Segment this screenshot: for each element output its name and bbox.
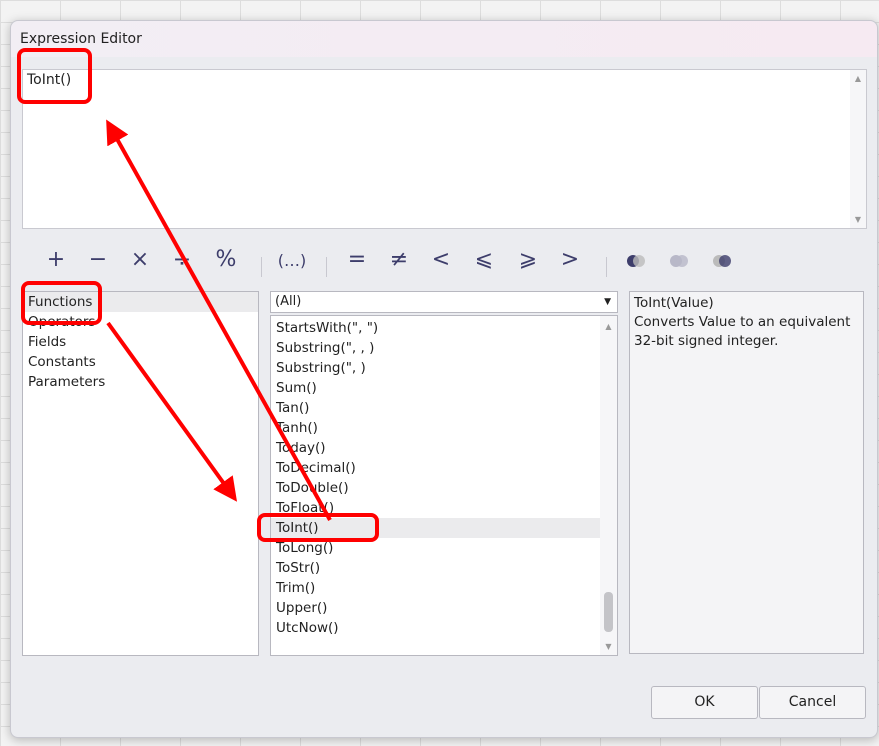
annotation-box-functions [21,281,102,325]
annotation-box-toint [257,513,379,542]
annotation-box-expression [17,48,92,104]
annotation-arrow-up [106,119,332,521]
annotation-arrow-down [106,321,238,502]
annotation-overlay [17,48,379,542]
